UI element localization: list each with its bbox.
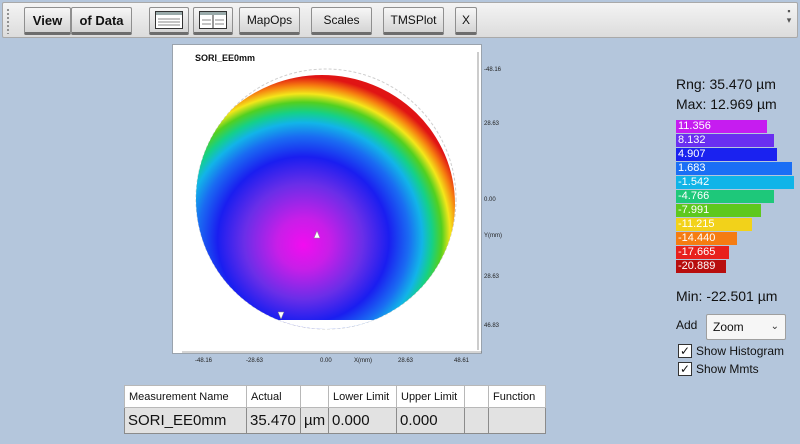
x-tick-label: -28.63	[246, 358, 264, 364]
column-header[interactable]: Upper Limit	[396, 385, 465, 408]
actual-cell[interactable]: 35.470	[246, 407, 301, 434]
y-tick-label: 0.00	[484, 197, 496, 203]
lower-limit-cell[interactable]: 0.000	[328, 407, 397, 434]
x-axis-label: X(mm)	[354, 358, 372, 364]
table-header-row: Measurement Name Actual Lower Limit Uppe…	[124, 385, 546, 408]
plot-title: SORI_EE0mm	[195, 53, 256, 63]
histogram-bin-label: -14.440	[678, 232, 716, 244]
x-tick-label: 0.00	[320, 358, 332, 364]
min-readout: Min: -22.501 µm	[676, 288, 778, 304]
histogram-bin-label: -17.665	[678, 246, 716, 258]
y-axis-label: Y(mm)	[484, 233, 502, 239]
column-header[interactable]	[300, 385, 329, 408]
histogram-bin-label: -11.215	[678, 218, 715, 230]
y-tick-label: 28.63	[484, 121, 500, 127]
add-label: Add	[676, 318, 698, 332]
histogram-bin: -17.665	[676, 246, 794, 260]
show-histogram-label: Show Histogram	[696, 344, 785, 358]
map-clip-bottom	[196, 320, 456, 329]
show-histogram-checkbox[interactable]: ✓ Show Histogram	[678, 343, 784, 359]
histogram-bin-label: 1.683	[678, 162, 706, 174]
histogram-bin-label: -7.991	[678, 204, 710, 216]
range-readout: Rng: 35.470 µm	[676, 76, 776, 92]
histogram-bin-label: 8.132	[678, 134, 706, 146]
x-tick-label: -48.16	[195, 358, 213, 364]
x-tick-label: 48.61	[454, 358, 470, 364]
histogram-bin: 4.907	[676, 148, 794, 162]
show-mmts-checkbox[interactable]: ✓ Show Mmts	[678, 361, 759, 377]
add-mode-value: Zoom	[713, 320, 744, 334]
measurement-name-cell[interactable]: SORI_EE0mm	[124, 407, 247, 434]
histogram-bin-label: 4.907	[678, 148, 706, 160]
chevron-down-icon: ⌄	[770, 321, 779, 332]
histogram-bin: -4.766	[676, 190, 794, 204]
histogram-bin-label: -4.766	[678, 190, 710, 202]
add-mode-select[interactable]: Zoom ⌄	[706, 314, 786, 340]
unit-cell[interactable]: µm	[300, 407, 329, 434]
blank-cell[interactable]	[464, 407, 489, 434]
histogram-bin-label: -1.542	[678, 176, 710, 188]
y-tick-label: 28.63	[484, 274, 500, 280]
histogram-bin: -14.440	[676, 232, 794, 246]
histogram-bin: -11.215	[676, 218, 794, 232]
histogram-legend: 11.356 8.132 4.907 1.683 -1.542 -4.766 -7.991 -…	[676, 120, 794, 274]
histogram-bin: -20.889	[676, 260, 794, 274]
y-tick-label: -48.16	[484, 67, 502, 73]
histogram-bin: 8.132	[676, 134, 794, 148]
checkbox-icon: ✓	[678, 344, 692, 358]
upper-limit-cell[interactable]: 0.000	[396, 407, 465, 434]
histogram-bin: 1.683	[676, 162, 794, 176]
y-tick-label: 46.83	[484, 323, 500, 329]
x-tick-label: 28.63	[398, 358, 414, 364]
column-header[interactable]: Function	[488, 385, 546, 408]
column-header[interactable]: Measurement Name	[124, 385, 247, 408]
show-mmts-label: Show Mmts	[696, 362, 759, 376]
table-row[interactable]: SORI_EE0mm 35.470 µm 0.000 0.000	[124, 407, 546, 434]
checkbox-icon: ✓	[678, 362, 692, 376]
column-header[interactable]: Actual	[246, 385, 301, 408]
column-header[interactable]: Lower Limit	[328, 385, 397, 408]
histogram-bin: -7.991	[676, 204, 794, 218]
measurement-table: Measurement Name Actual Lower Limit Uppe…	[124, 385, 546, 434]
histogram-bin: 11.356	[676, 120, 794, 134]
histogram-bin-label: -20.889	[678, 260, 716, 272]
max-readout: Max: 12.969 µm	[676, 96, 777, 112]
histogram-bin: -1.542	[676, 176, 794, 190]
histogram-bin-label: 11.356	[678, 120, 711, 132]
function-cell[interactable]	[488, 407, 546, 434]
column-header[interactable]	[464, 385, 489, 408]
